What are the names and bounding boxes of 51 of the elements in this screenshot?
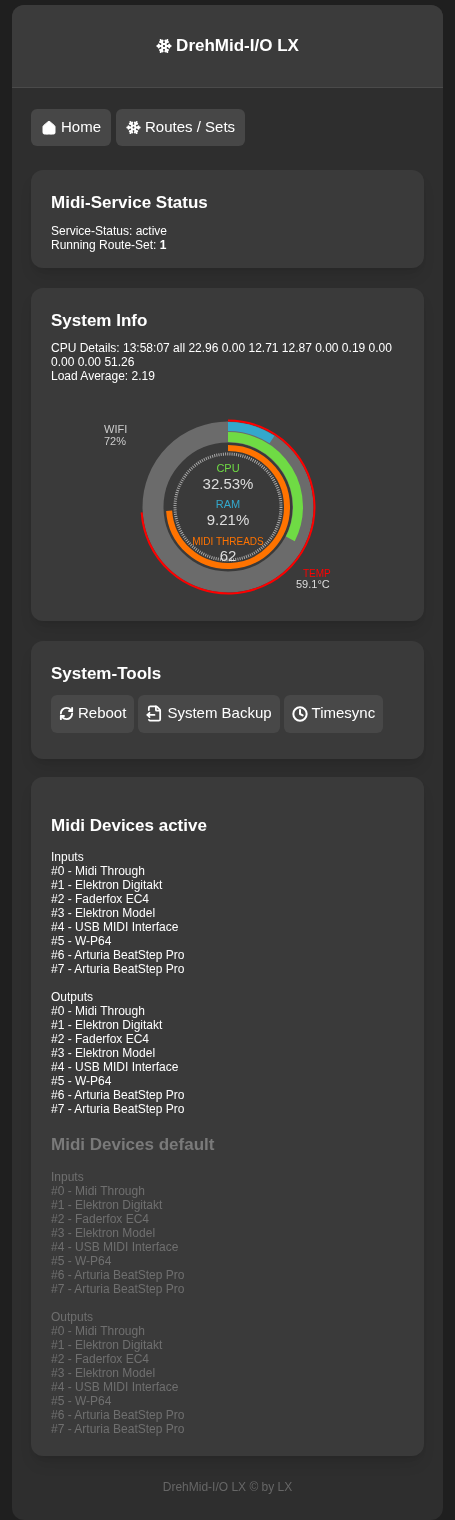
device-item: #7 - Arturia BeatStep Pro bbox=[51, 962, 186, 976]
nav-button[interactable]: Home bbox=[31, 109, 111, 146]
card-title: System Info bbox=[51, 309, 149, 332]
ram-label: RAM bbox=[215, 498, 240, 510]
card-title: System-Tools bbox=[51, 663, 163, 685]
ram-arc bbox=[227, 422, 274, 444]
status-line: Service-Status: active bbox=[51, 223, 169, 238]
device-item: #2 - Faderfox EC4 bbox=[51, 892, 151, 906]
temp-value: 59.1°C bbox=[295, 578, 330, 590]
group-heading: Outputs bbox=[51, 990, 95, 1004]
home-icon bbox=[41, 119, 57, 136]
cpu-label: CPU bbox=[215, 462, 240, 474]
tool-button[interactable]: Reboot bbox=[51, 694, 135, 733]
temp-label: TEMP bbox=[302, 568, 331, 579]
device-item: #4 - USB MIDI Interface bbox=[51, 920, 180, 934]
cpu-value: 32.53% bbox=[202, 475, 253, 492]
group-heading: Inputs bbox=[51, 850, 85, 864]
device-item: #4 - USB MIDI Interface bbox=[51, 1060, 180, 1074]
status-line: Running Route-Set: 1 bbox=[51, 237, 168, 252]
wifi-label: WIFI bbox=[103, 423, 127, 435]
info-line: CPU Details: 13:58:07 all 22.96 0.00 12.71 12.87 0.00 0.19 0.00 0.00 0.00 51.26 bbox=[51, 341, 393, 369]
device-item: #0 - Midi Through bbox=[51, 1004, 146, 1018]
device-item: #2 - Faderfox EC4 bbox=[51, 1032, 151, 1046]
ram-value: 9.21% bbox=[206, 511, 249, 528]
app-title: DrehMid-I/O LX bbox=[176, 35, 299, 58]
info-line: Load Average: 2.19 bbox=[51, 369, 156, 383]
device-item: #5 - W-P64 bbox=[51, 934, 113, 948]
device-item: #1 - Elektron Digitakt bbox=[51, 878, 164, 892]
threads-value: 62 bbox=[219, 547, 236, 564]
wifi-value: 72% bbox=[103, 435, 126, 447]
snowflake-icon bbox=[156, 38, 173, 54]
device-item: #0 - Midi Through bbox=[51, 864, 146, 878]
device-item: #6 - Arturia BeatStep Pro bbox=[51, 1088, 186, 1102]
device-item: #7 - Arturia BeatStep Pro bbox=[51, 1102, 186, 1116]
snowflake-icon bbox=[126, 120, 141, 135]
device-item: #3 - Elektron Model bbox=[51, 1046, 157, 1060]
clock-icon bbox=[291, 705, 308, 722]
footer-text: DrehMid-I/O LX © by LX bbox=[161, 1478, 294, 1496]
device-item: #5 - W-P64 bbox=[51, 1074, 113, 1088]
device-item: #3 - Elektron Model bbox=[51, 906, 157, 920]
card-title: Midi-Service Status bbox=[51, 192, 209, 214]
device-item: #6 - Arturia BeatStep Pro bbox=[51, 948, 186, 962]
devices-title: Midi Devices active bbox=[51, 814, 208, 837]
file-export-icon bbox=[146, 705, 164, 722]
refresh-icon bbox=[59, 706, 74, 721]
threads-label: MIDI THREADS bbox=[191, 536, 264, 547]
device-item: #1 - Elektron Digitakt bbox=[51, 1018, 164, 1032]
tool-button[interactable]: Timesync bbox=[283, 694, 384, 733]
tool-button[interactable]: System Backup bbox=[138, 694, 280, 733]
devices-title: Midi Devices default bbox=[51, 1134, 216, 1156]
nav-button[interactable]: Routes / Sets bbox=[116, 109, 246, 146]
